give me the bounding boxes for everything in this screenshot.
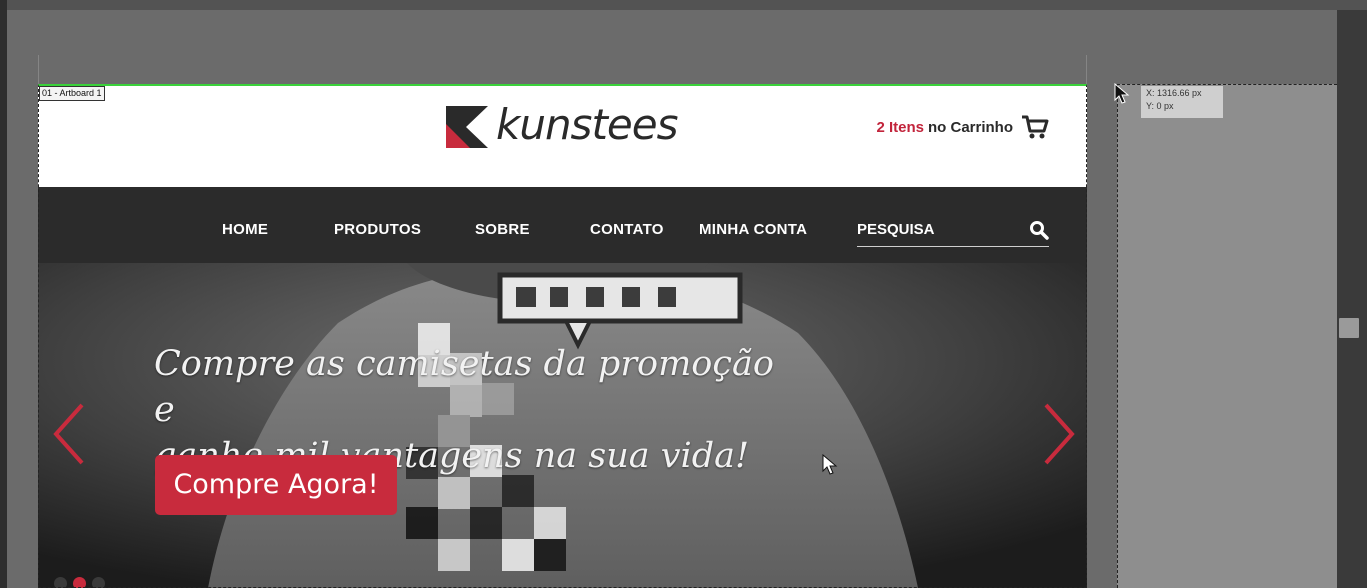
guide-line-left	[38, 55, 39, 85]
slider-dot-2[interactable]	[73, 577, 86, 588]
artboard-1[interactable]: kunstees 2 Itens no Carrinho HOME PRODUT…	[38, 84, 1087, 588]
cta-button[interactable]: Compre Agora!	[155, 455, 397, 515]
slider-dot-1[interactable]	[54, 577, 67, 588]
cart-icon[interactable]	[1021, 114, 1049, 140]
nav-sobre[interactable]: SOBRE	[475, 221, 530, 238]
cart-summary[interactable]: 2 Itens no Carrinho	[876, 114, 1049, 140]
artboard-label[interactable]: 01 - Artboard 1	[39, 86, 105, 101]
scrollbar-thumb[interactable]	[1339, 318, 1359, 338]
slider-dot-3[interactable]	[92, 577, 105, 588]
brand-logo-text[interactable]: kunstees	[496, 100, 678, 149]
arrow-right-icon[interactable]	[1038, 401, 1078, 467]
nav-minha-conta[interactable]: MINHA CONTA	[699, 221, 807, 238]
artboard-2[interactable]	[1117, 84, 1337, 588]
coordinate-tooltip: X: 1316.66 px Y: 0 px	[1141, 86, 1223, 118]
nav-home[interactable]: HOME	[222, 221, 268, 238]
vertical-scrollbar[interactable]	[1337, 10, 1367, 588]
hero-caption-line-1: Compre as camisetas da promoção e	[154, 344, 774, 430]
main-navigation: HOME PRODUTOS SOBRE CONTATO MINHA CONTA …	[38, 187, 1087, 263]
hero-slider: Compre as camisetas da promoção e ganhe …	[38, 263, 1087, 588]
site-header: kunstees 2 Itens no Carrinho	[38, 84, 1087, 187]
search-field[interactable]: PESQUISA	[857, 213, 1049, 247]
left-panel-strip	[0, 0, 7, 588]
arrow-left-icon[interactable]	[50, 401, 90, 467]
cart-label: no Carrinho	[928, 118, 1013, 136]
cart-count: 2 Itens	[876, 118, 924, 136]
logo-mark-icon[interactable]	[446, 106, 488, 148]
guide-line-right	[1086, 55, 1087, 85]
nav-contato[interactable]: CONTATO	[590, 221, 664, 238]
tooltip-x: X: 1316.66 px	[1146, 88, 1202, 98]
search-icon[interactable]	[1029, 220, 1049, 240]
tooltip-y: Y: 0 px	[1146, 101, 1174, 111]
search-placeholder: PESQUISA	[857, 221, 935, 238]
nav-produtos[interactable]: PRODUTOS	[334, 221, 421, 238]
slider-dots	[54, 577, 105, 588]
